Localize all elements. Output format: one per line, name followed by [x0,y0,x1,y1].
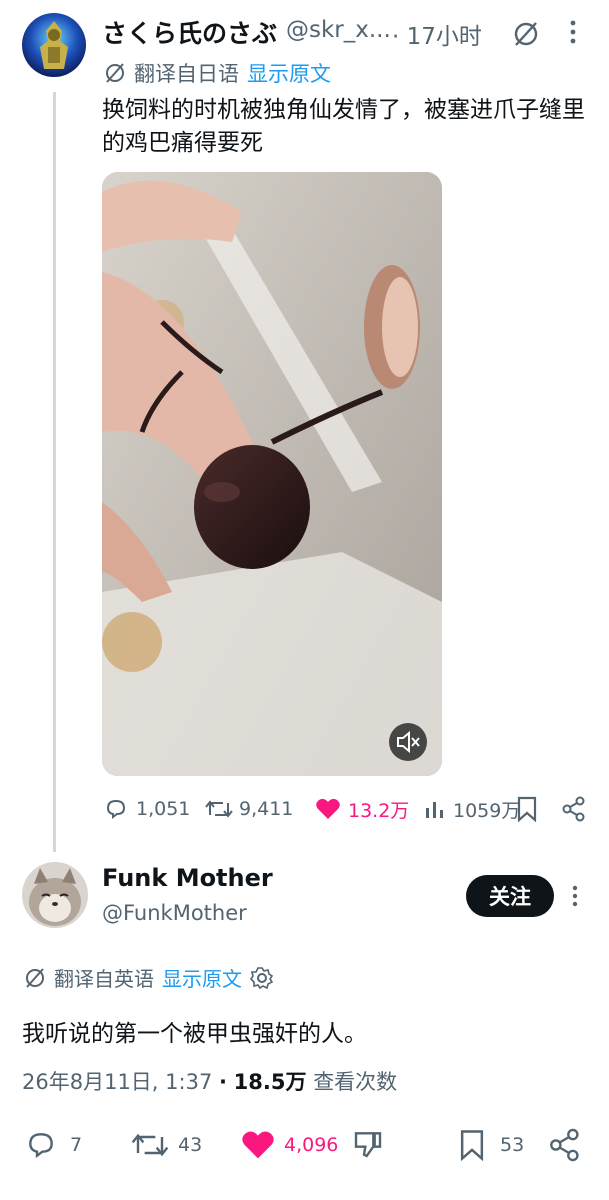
retweet-icon [205,800,233,818]
reply-view-count: 18.5万 [233,1070,307,1094]
share-icon [562,796,585,822]
avatar-image [22,13,86,77]
thumbs-down-icon [354,1132,382,1158]
reply-action[interactable]: 1,051 [104,794,190,824]
more-options-icon[interactable] [568,18,578,46]
mute-button[interactable] [388,722,428,762]
heart-filled-icon [316,798,340,819]
reply-share-button[interactable] [548,1128,582,1162]
like-action[interactable]: 13.2万 [315,794,409,824]
views-action[interactable]: 1059万 [424,794,520,824]
reply-icon [29,1133,53,1159]
reply-like-count: 4,096 [284,1134,339,1156]
tweet-text: 换饲料的时机被独角仙发情了，被塞进爪子缝里的鸡巴痛得要死 [102,97,585,156]
video-media[interactable] [102,172,442,776]
cat-avatar-image [22,862,88,928]
reply-bookmark-count: 53 [500,1134,525,1156]
translated-from-label: 翻译自日语 [134,62,239,86]
reply-reply-count: 7 [70,1134,83,1156]
reply-count: 1,051 [136,798,191,820]
retweet-count: 9,411 [239,798,294,820]
translation-bar: 翻译自日语 显示原文 [104,58,331,88]
retweet-action[interactable]: 9,411 [205,794,293,824]
reply-author-name[interactable]: Funk Mother [102,864,273,892]
show-original-link[interactable]: 显示原文 [247,58,331,88]
reply-like-action[interactable]: 4,096 [240,1128,338,1162]
author-handle[interactable]: @skr_x... [286,17,391,43]
share-button[interactable] [561,796,587,822]
reply-author-handle[interactable]: @FunkMother [102,901,247,925]
translate-icon [106,63,124,83]
bookmark-icon [517,796,537,822]
bookmark-button[interactable] [516,796,538,822]
post-time[interactable]: · 17小时 [392,17,482,51]
meta-separator: · [219,1070,227,1094]
follow-button[interactable]: 关注 [466,875,554,917]
translate-icon [26,967,44,988]
reply-show-original-link[interactable]: 显示原文 [162,963,242,992]
mute-icon [389,723,427,761]
grok-icon[interactable] [512,20,540,48]
like-count: 13.2万 [348,799,410,822]
video-frame [102,172,442,776]
reply-reply-action[interactable]: 7 [24,1128,82,1162]
avatar[interactable] [22,13,86,77]
bookmark-icon [460,1130,484,1161]
reply-retweet-count: 43 [178,1134,203,1156]
author-name[interactable]: さくら氏のさぶ [102,14,277,50]
reply-translated-from-label: 翻译自英语 [54,967,154,991]
reply-meta: 26年8月11日, 1:37 · 18.5万 查看次数 [22,1066,397,1096]
reply-translation-bar: 翻译自英语 显示原文 [24,963,274,992]
dislike-button[interactable] [352,1128,384,1160]
retweet-icon [131,1133,169,1157]
analytics-icon [426,802,443,818]
settings-gear-icon[interactable] [250,966,274,990]
reply-text: 我听说的第一个被甲虫强奸的人。 [22,1021,367,1047]
heart-filled-icon [242,1131,274,1159]
reply-views-label: 查看次数 [313,1070,398,1094]
thread-line [53,92,56,852]
reply-bookmark-action[interactable]: 53 [458,1128,524,1162]
reply-avatar[interactable] [22,862,88,928]
reply-icon [106,799,126,819]
view-count: 1059万 [453,799,521,822]
reply-date[interactable]: 26年8月11日, 1:37 [22,1070,212,1094]
share-icon [550,1128,579,1162]
reply-more-options-icon[interactable] [571,884,579,908]
reply-retweet-action[interactable]: 43 [130,1128,202,1162]
